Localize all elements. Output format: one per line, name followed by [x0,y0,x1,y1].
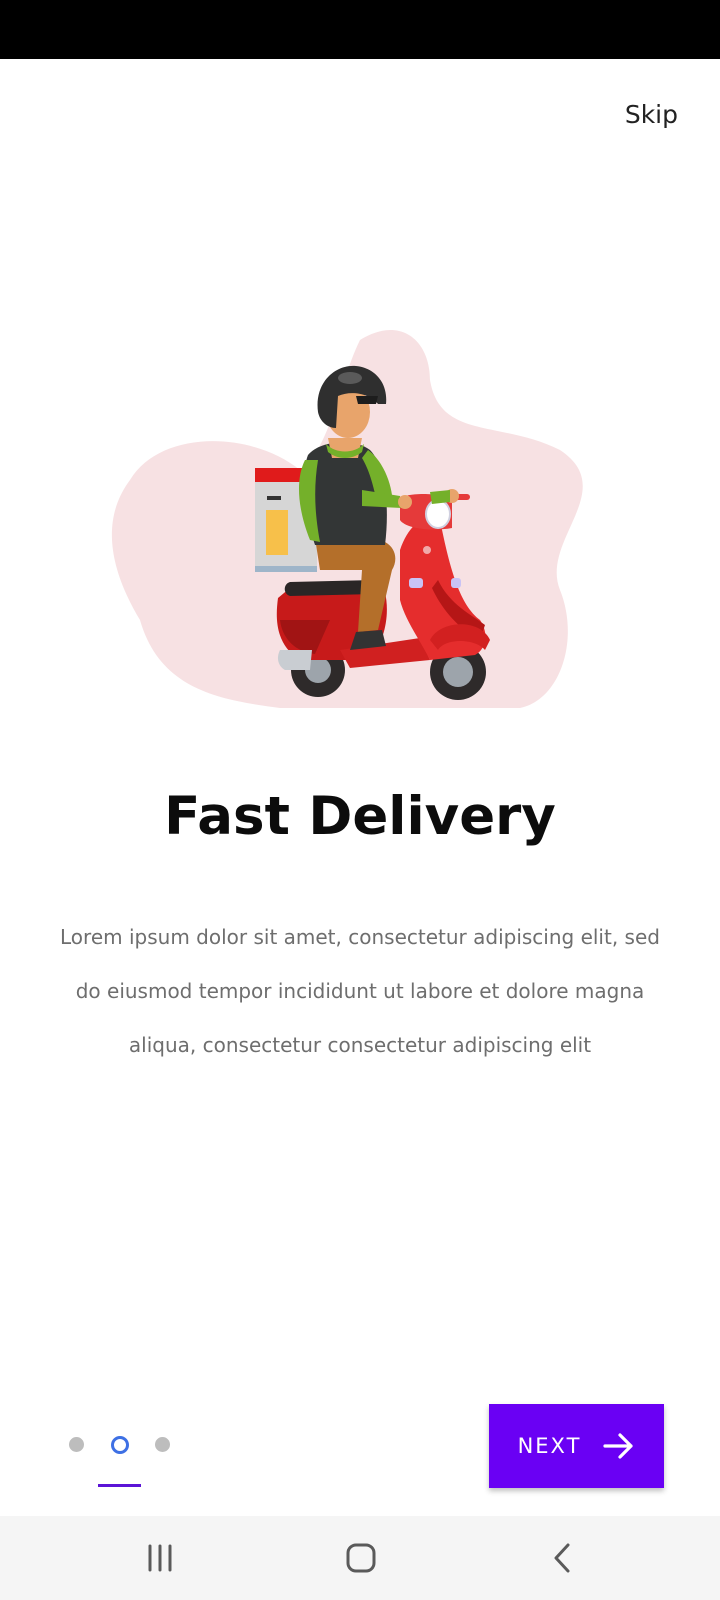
home-button[interactable] [311,1516,411,1600]
back-icon [554,1543,570,1573]
onboarding-screen: Skip Fast Delivery Lorem ipsum dolor sit… [0,0,720,1600]
delivery-scooter-illustration [111,329,583,708]
page-description: Lorem ipsum dolor sit amet, consectetur … [60,925,660,1057]
page-indicator-dot-3[interactable] [155,1437,170,1452]
skip-button[interactable]: Skip [625,100,678,129]
next-button[interactable]: NEXT [489,1404,664,1488]
recent-apps-icon [148,1544,172,1572]
system-navigation-bar [0,1516,720,1600]
next-button-label: NEXT [517,1434,582,1458]
page-title: Fast Delivery [164,786,556,847]
status-bar [0,0,720,59]
home-icon [346,1543,376,1573]
headlight [425,499,451,529]
page-indicator-dot-2-active[interactable] [111,1436,129,1454]
back-button[interactable] [512,1516,612,1600]
recent-apps-button[interactable] [110,1516,210,1600]
page-indicator-underline [98,1484,141,1487]
page-indicator-dot-1[interactable] [69,1437,84,1452]
arrow-right-icon [603,1433,634,1459]
